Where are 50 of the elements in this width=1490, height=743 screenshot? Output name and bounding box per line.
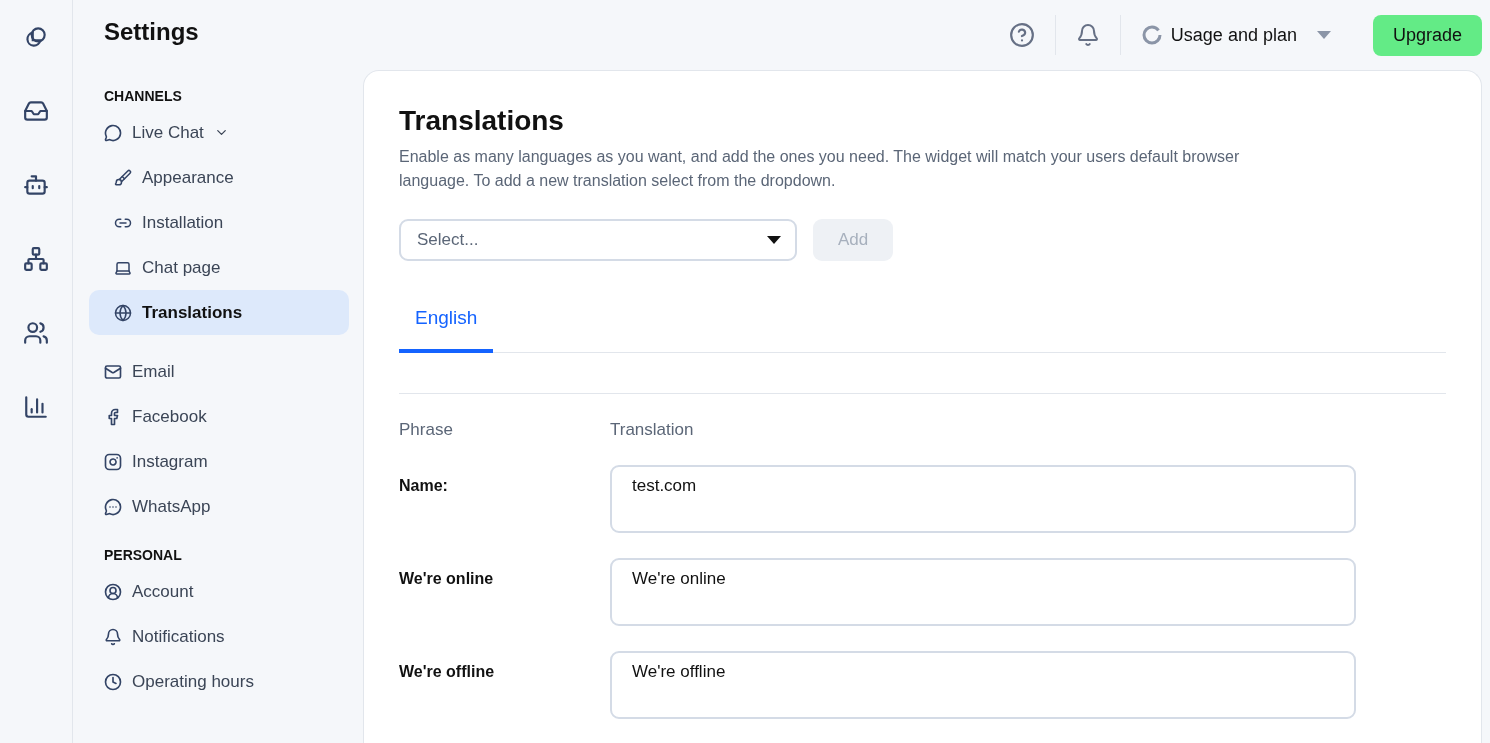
item-icon bbox=[104, 497, 122, 516]
column-header: Translation bbox=[610, 420, 695, 440]
settings-title: Settings bbox=[103, 17, 200, 47]
sidebar-item[interactable]: Facebook bbox=[89, 394, 349, 439]
nav-icon bbox=[23, 320, 49, 346]
item-icon bbox=[104, 627, 122, 646]
translation-field[interactable]: We're offline bbox=[610, 651, 1356, 719]
nav-icon bbox=[23, 394, 49, 420]
item-icon bbox=[104, 123, 122, 142]
sidebar-item[interactable]: Account bbox=[89, 569, 349, 614]
nav-icon bbox=[23, 98, 49, 124]
ring-icon bbox=[1140, 24, 1163, 46]
usage-dropdown[interactable]: Usage and plan bbox=[1140, 24, 1331, 46]
language-tab[interactable]: English bbox=[399, 295, 494, 353]
item-icon bbox=[114, 303, 132, 322]
nav-rail-button[interactable] bbox=[21, 244, 51, 274]
translation-field[interactable]: test.com bbox=[610, 465, 1356, 533]
item-icon bbox=[104, 672, 122, 691]
sidebar-item[interactable]: Live Chat bbox=[89, 110, 349, 155]
translation-field[interactable]: We're online bbox=[610, 558, 1356, 626]
section-heading: CHANNELS bbox=[103, 87, 183, 106]
sidebar-item[interactable]: Notifications bbox=[89, 614, 349, 659]
item-icon bbox=[104, 362, 122, 381]
phrase-label: Name: bbox=[399, 476, 449, 495]
notifications-button[interactable] bbox=[1075, 23, 1100, 47]
sidebar-item[interactable]: Operating hours bbox=[89, 659, 349, 704]
item-icon bbox=[104, 452, 122, 471]
phrase-label: We're online bbox=[399, 569, 495, 588]
language-select[interactable]: Select... bbox=[399, 219, 797, 261]
sidebar-item[interactable]: Email bbox=[89, 349, 349, 394]
caret-icon bbox=[767, 236, 781, 244]
sidebar-item[interactable]: Appearance bbox=[89, 155, 349, 200]
sidebar-item[interactable]: Installation bbox=[89, 200, 349, 245]
section-heading: PERSONAL bbox=[103, 546, 183, 565]
caret-icon bbox=[1316, 31, 1331, 39]
sidebar-item[interactable]: Chat page bbox=[89, 245, 349, 290]
sidebar-item[interactable]: WhatsApp bbox=[89, 484, 349, 529]
sidebar-item[interactable]: Translations bbox=[89, 290, 349, 335]
help-button[interactable] bbox=[1008, 22, 1035, 48]
nav-icon bbox=[23, 172, 49, 198]
upgrade-button[interactable]: Upgrade bbox=[1372, 14, 1482, 56]
phrase-label: We're offline bbox=[399, 662, 496, 681]
nav-icon bbox=[23, 246, 49, 272]
page-title: Translations bbox=[399, 105, 565, 137]
item-icon bbox=[104, 582, 122, 601]
description: Enable as many languages as you want, and add the ones you need. The widget will match your users default browser language. To add a new translation select from the dropdown. bbox=[399, 147, 1241, 191]
item-icon bbox=[114, 168, 132, 187]
column-header: Phrase bbox=[399, 420, 454, 440]
sidebar-item[interactable]: Instagram bbox=[89, 439, 349, 484]
nav-icon bbox=[23, 24, 49, 50]
